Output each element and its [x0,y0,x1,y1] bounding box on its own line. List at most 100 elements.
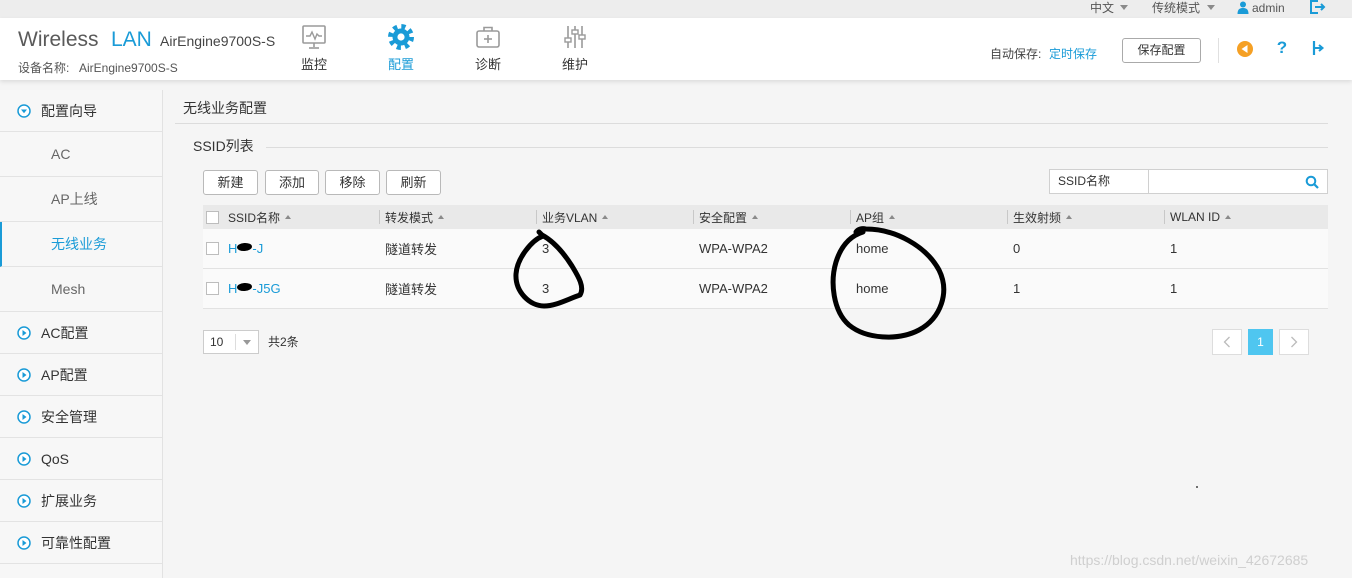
sidebar-item-mesh[interactable]: Mesh [0,267,162,312]
stray-dot [1196,486,1198,488]
column-header-vlan[interactable]: 业务VLAN [536,205,693,229]
user-icon [1237,1,1249,14]
column-label: AP组 [856,210,885,225]
search-box [1148,169,1328,194]
ssid-link[interactable]: H -J [228,241,263,256]
cell-wlan-id: 1 [1170,241,1178,256]
search-icon[interactable] [1305,175,1319,189]
caret-down-icon[interactable] [1120,5,1128,10]
tab-monitor[interactable]: 监控 [279,18,349,80]
page-number-button[interactable]: 1 [1248,329,1273,355]
sidebar-item-label: 扩展业务 [41,492,97,509]
column-header-ssid[interactable]: SSID名称 [203,205,379,229]
sort-asc-icon[interactable] [1225,215,1232,219]
page-title: 无线业务配置 [183,100,267,116]
column-header-wlan-id[interactable]: WLAN ID [1164,205,1328,229]
caret-down-icon [243,340,251,345]
sidebar-group-config-wizard[interactable]: 配置向导 [0,90,162,132]
redaction-blob [237,281,253,292]
cell-ap-group: home [856,241,889,256]
select-divider [235,334,236,350]
sidebar-item-label: 无线业务 [51,236,107,252]
refresh-button[interactable]: 刷新 [386,170,441,195]
table-row[interactable]: H -J 隧道转发 3 WPA-WPA2 home 0 1 [203,229,1328,269]
cell-ap-group: home [856,281,889,296]
add-button[interactable]: 添加 [265,170,319,195]
sort-asc-icon[interactable] [752,215,759,219]
sidebar-group-ac-config[interactable]: AC配置 [0,312,162,354]
sidebar-item-ap-online[interactable]: AP上线 [0,177,162,222]
page-size-select[interactable]: 10 [203,330,259,354]
ssid-table: SSID名称 转发模式 业务VLAN 安全配置 AP组 生效射频 WLAN ID… [203,205,1328,309]
cell-radio: 1 [1013,281,1021,296]
sort-asc-icon[interactable] [602,215,609,219]
caret-down-icon[interactable] [1207,5,1215,10]
ssid-link[interactable]: H -J5G [228,281,281,296]
sidebar-group-reliability[interactable]: 可靠性配置 [0,522,162,564]
column-header-ap-group[interactable]: AP组 [850,205,1007,229]
redaction-blob [237,241,253,252]
tab-config[interactable]: 配置 [366,18,436,80]
search-field-selector[interactable]: SSID名称 [1049,169,1149,194]
sidebar-group-ap-config[interactable]: AP配置 [0,354,162,396]
first-aid-kit-icon [475,24,501,50]
back-circle-icon[interactable] [1237,41,1253,57]
device-model: AirEngine9700S-S [160,33,276,49]
tab-maintenance[interactable]: 维护 [540,18,610,80]
logout-icon[interactable] [1309,0,1326,14]
prev-page-button[interactable] [1212,329,1242,355]
circle-caret-down-icon [17,103,31,118]
sort-asc-icon[interactable] [889,215,896,219]
cell-wlan-id: 1 [1170,281,1178,296]
sidebar-item-wireless-service[interactable]: 无线业务 [0,222,162,267]
table-header: SSID名称 转发模式 业务VLAN 安全配置 AP组 生效射频 WLAN ID [203,205,1328,229]
sidebar-item-label: 可靠性配置 [41,534,111,551]
remove-button[interactable]: 移除 [325,170,380,195]
monitor-icon [301,24,327,50]
sidebar-item-label: Mesh [51,281,86,297]
circle-caret-right-icon [17,451,31,466]
select-all-checkbox[interactable] [206,210,219,224]
ssid-prefix: H [228,241,238,256]
branch-icon[interactable] [1311,40,1325,56]
help-icon[interactable]: ? [1275,38,1289,58]
search-input[interactable] [1149,170,1299,193]
column-label: 生效射频 [1013,210,1062,225]
mode-selector[interactable]: 传统模式 [1152,1,1200,15]
next-page-button[interactable] [1279,329,1309,355]
column-header-security[interactable]: 安全配置 [693,205,850,229]
sidebar-group-qos[interactable]: QoS [0,438,162,480]
page-size-value: 10 [210,335,224,349]
cell-ssid: H -J5G [203,269,379,308]
sidebar-item-label: AP上线 [51,191,98,207]
sidebar-item-label: QoS [41,450,70,467]
sidebar-group-security[interactable]: 安全管理 [0,396,162,438]
row-checkbox[interactable] [206,242,219,255]
total-count: 共2条 [268,335,299,349]
watermark: https://blog.csdn.net/weixin_42672685 [1070,552,1309,568]
save-config-button[interactable]: 保存配置 [1122,38,1201,63]
sidebar-item-ac[interactable]: AC [0,132,162,177]
language-selector[interactable]: 中文 [1090,1,1114,15]
table-row[interactable]: H -J5G 隧道转发 3 WPA-WPA2 home 1 1 [203,269,1328,309]
ssid-prefix: H [228,281,238,296]
sidebar-group-extended-services[interactable]: 扩展业务 [0,480,162,522]
sort-asc-icon[interactable] [1066,215,1073,219]
cell-vlan: 3 [542,241,550,256]
chevron-left-icon [1223,336,1230,348]
column-header-radio[interactable]: 生效射频 [1007,205,1164,229]
tab-diagnose[interactable]: 诊断 [453,18,523,80]
header-divider [1218,38,1219,63]
autosave-mode-link[interactable]: 定时保存 [1049,47,1097,61]
cell-forward-mode: 隧道转发 [385,242,438,257]
sort-asc-icon[interactable] [285,215,292,219]
new-button[interactable]: 新建 [203,170,258,195]
column-label: 业务VLAN [542,210,598,225]
circle-caret-right-icon [17,493,31,508]
row-checkbox[interactable] [206,282,219,295]
user-name[interactable]: admin [1252,1,1285,15]
sort-asc-icon[interactable] [438,215,445,219]
circle-caret-right-icon [17,367,31,382]
column-header-forward-mode[interactable]: 转发模式 [379,205,536,229]
sidebar-item-label: 配置向导 [41,102,97,119]
